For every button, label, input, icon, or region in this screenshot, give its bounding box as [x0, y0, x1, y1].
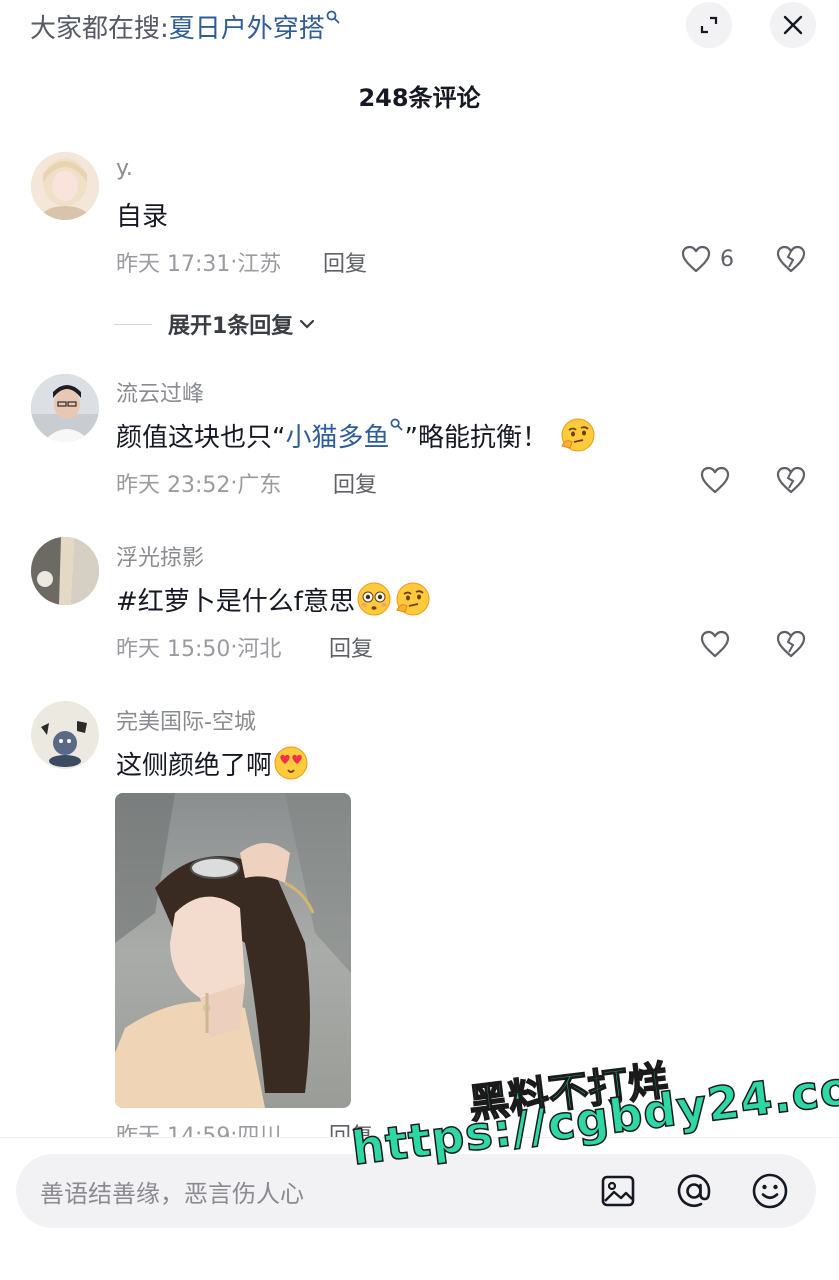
comment-meta: 昨天 15:50 · 河北	[116, 631, 281, 663]
comment-location: 江苏	[237, 252, 282, 277]
comment-meta: 昨天 17:31 · 江苏	[116, 246, 281, 278]
divider	[114, 323, 152, 325]
reply-button[interactable]: 回复	[329, 631, 373, 663]
hot-search-prefix: 大家都在搜:	[30, 13, 169, 44]
search-icon	[390, 417, 403, 435]
thinking-emoji-icon	[393, 580, 431, 618]
broken-heart-icon	[776, 245, 806, 273]
comment-timestamp: 昨天 23:52	[116, 473, 231, 498]
like-button[interactable]: 6	[680, 244, 734, 274]
reply-button[interactable]: 回复	[333, 467, 377, 499]
comment-meta: 昨天 23:52 · 广东	[116, 467, 281, 499]
comment-text-part: 这侧颜绝了啊	[116, 750, 273, 781]
comment-username[interactable]: y.	[116, 156, 133, 181]
comment-input-placeholder[interactable]: 善语结善缘，恶言伤人心	[40, 1174, 304, 1209]
like-count: 6	[720, 246, 734, 272]
broken-heart-icon	[776, 466, 806, 494]
heart-eyes-emoji-icon	[272, 744, 310, 782]
hot-search-term[interactable]: 夏日户外穿搭	[169, 8, 325, 45]
comment-location: 广东	[237, 473, 282, 498]
heart-outline-icon	[700, 630, 730, 658]
search-icon	[326, 9, 340, 28]
image-icon	[601, 1175, 635, 1207]
avatar[interactable]	[31, 537, 99, 605]
comment-text-part: ”略能抗衡！	[404, 422, 548, 453]
flushed-emoji-icon	[355, 580, 393, 618]
comment-text-part: #红萝卜是什么f意思	[116, 586, 355, 617]
dislike-button[interactable]	[775, 244, 807, 278]
comment-username[interactable]: 浮光掠影	[116, 540, 204, 572]
avatar[interactable]	[31, 374, 99, 442]
comment-text: 这侧颜绝了啊	[116, 744, 310, 782]
dislike-button[interactable]	[775, 465, 807, 499]
expand-replies-label: 展开1条回复	[168, 314, 294, 339]
comment-text: #红萝卜是什么f意思	[116, 580, 431, 618]
like-button[interactable]	[699, 465, 731, 499]
reply-button[interactable]: 回复	[323, 246, 367, 278]
dislike-button[interactable]	[775, 629, 807, 663]
image-button[interactable]	[593, 1166, 643, 1216]
thinking-emoji-icon	[558, 416, 596, 454]
expand-button[interactable]	[686, 2, 732, 48]
expand-replies-button[interactable]: 展开1条回复	[114, 308, 317, 340]
comment-text: 颜值这块也只“ 小猫多鱼 ”略能抗衡！	[116, 416, 596, 454]
heart-outline-icon	[700, 466, 730, 494]
chevron-down-icon	[300, 319, 315, 329]
close-icon	[783, 15, 803, 35]
avatar[interactable]	[31, 701, 99, 769]
expand-icon	[700, 16, 718, 34]
comment-timestamp: 昨天 17:31	[116, 252, 231, 277]
broken-heart-icon	[776, 630, 806, 658]
comment-timestamp: 昨天 15:50	[116, 637, 231, 662]
emoji-button[interactable]	[745, 1166, 795, 1216]
mention-button[interactable]	[669, 1166, 719, 1216]
comment-image[interactable]	[115, 793, 351, 1108]
hot-search-bar[interactable]: 大家都在搜: 夏日户外穿搭	[30, 8, 340, 44]
heart-outline-icon	[681, 245, 711, 273]
comment-text: 自录	[116, 202, 169, 232]
comment-username[interactable]: 流云过峰	[116, 376, 204, 408]
comment-text-part: 颜值这块也只“	[116, 422, 286, 453]
avatar[interactable]	[31, 152, 99, 220]
topic-link[interactable]: 小猫多鱼	[285, 417, 389, 454]
at-icon	[677, 1174, 711, 1207]
close-button[interactable]	[770, 2, 816, 48]
comment-count-title: 248条评论	[358, 84, 481, 112]
comment-location: 河北	[237, 637, 282, 662]
like-button[interactable]	[699, 629, 731, 663]
comment-username[interactable]: 完美国际-空城	[116, 704, 256, 736]
smiley-icon	[752, 1173, 788, 1209]
